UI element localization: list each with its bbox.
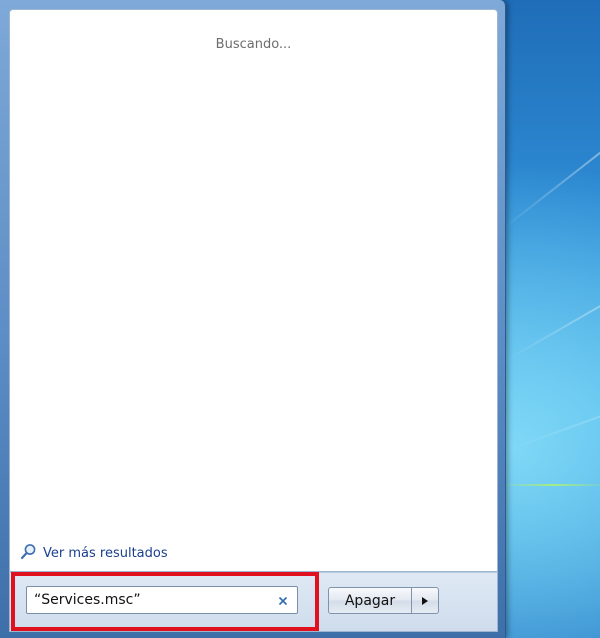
- wallpaper-streak: [499, 20, 600, 232]
- search-input[interactable]: “Services.msc”: [26, 586, 298, 614]
- wallpaper-glow: [505, 484, 600, 486]
- arrow-right-icon: [421, 591, 429, 610]
- shutdown-button[interactable]: Apagar: [328, 587, 412, 614]
- magnifier-icon: [20, 543, 37, 564]
- search-results-pane: Buscando...: [9, 9, 498, 572]
- shutdown-options-button[interactable]: [411, 587, 439, 614]
- searching-status: Buscando...: [215, 37, 292, 52]
- see-more-results-link[interactable]: Ver más resultados: [20, 543, 168, 563]
- search-input-value: “Services.msc”: [34, 592, 141, 608]
- see-more-results-label: Ver más resultados: [43, 545, 168, 561]
- start-menu: Buscando... Ver más resultados “Services…: [0, 0, 506, 638]
- clear-search-button[interactable]: [272, 589, 294, 611]
- close-icon: [278, 591, 288, 610]
